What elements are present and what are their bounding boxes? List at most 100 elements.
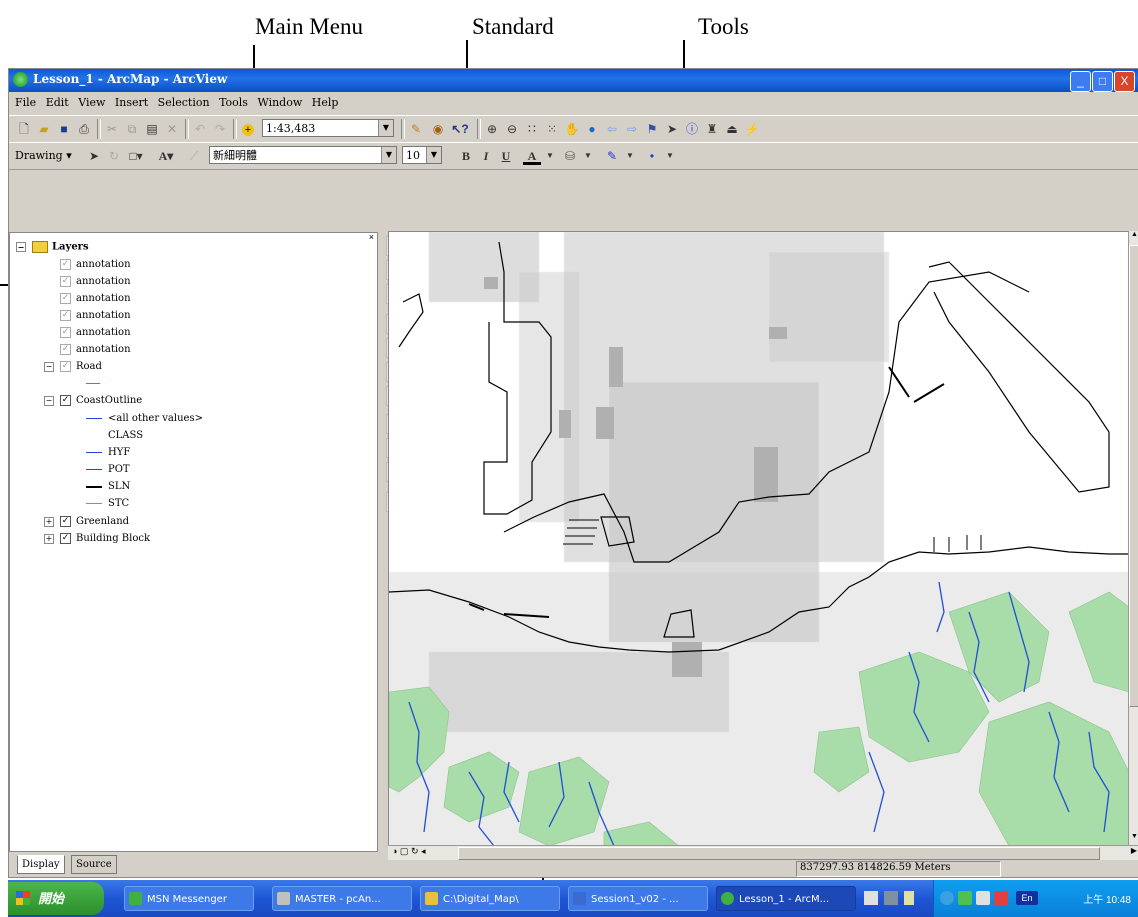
font-size-combo[interactable]: 10 ▼ [402,146,442,164]
taskbar-item-master[interactable]: MASTER - pcAn... [272,886,412,911]
save-icon[interactable]: ■ [55,120,73,138]
layer-checkbox[interactable]: ✓ [60,533,71,544]
security-icon[interactable] [958,891,972,905]
title-bar[interactable]: Lesson_1 - ArcMap - ArcView _ □ X [9,69,1138,92]
map-horizontal-scrollbar[interactable]: ◑ ▢ ↻ ◂ ▶ [388,845,1138,860]
menu-selection[interactable]: Selection [158,94,210,111]
menu-file[interactable]: File [15,94,36,111]
whats-this-help-icon[interactable]: ↖? [451,120,469,138]
select-features-icon[interactable]: ⚑ [643,120,661,138]
ime-icon[interactable] [994,891,1008,905]
toc-layer-annotation[interactable]: ✓ annotation [60,310,131,321]
chevron-down-icon[interactable]: ▼ [426,147,441,163]
language-indicator[interactable]: En [1016,891,1038,905]
font-name-combo[interactable]: 新細明體 ▼ [209,146,397,164]
measure-icon[interactable]: ⏏ [723,120,741,138]
network-icon[interactable] [940,891,954,905]
zoom-in-icon[interactable]: ⊕ [483,120,501,138]
layer-checkbox[interactable]: ✓ [60,310,71,321]
collapse-icon[interactable]: − [44,395,54,406]
cut-icon[interactable]: ✂ [103,120,121,138]
toc-layer-greenland[interactable]: + ✓ Greenland [44,516,129,527]
toc-layer-annotation[interactable]: ✓ annotation [60,327,131,338]
scroll-thumb[interactable] [458,847,1100,860]
menu-edit[interactable]: Edit [46,94,69,111]
edit-vertices-icon[interactable]: ⟋ [185,147,203,165]
menu-help[interactable]: Help [312,94,339,111]
layer-checkbox[interactable]: ✓ [60,395,71,406]
scroll-up-icon[interactable]: ▲ [1129,231,1138,243]
layer-checkbox[interactable]: ✓ [60,276,71,287]
toc-close-icon[interactable]: × [369,232,374,242]
map-display[interactable] [388,231,1130,847]
hyperlink-icon[interactable]: ⚡ [743,120,761,138]
font-color-button[interactable]: A [523,147,541,165]
maximize-button[interactable]: □ [1092,71,1113,92]
layer-checkbox[interactable]: ✓ [60,327,71,338]
close-button[interactable]: X [1114,71,1135,92]
expand-icon[interactable]: + [44,516,54,527]
fixed-zoom-in-icon[interactable]: ∷ [523,120,541,138]
copy-icon[interactable]: ⧉ [123,120,141,138]
print-icon[interactable]: ⎙ [75,120,93,138]
scroll-thumb[interactable] [1129,245,1138,707]
select-elements-arrow-icon[interactable]: ➤ [663,120,681,138]
line-color-icon[interactable]: ✎ [603,147,621,165]
toc-layer-road[interactable]: − ✓ Road [44,361,102,372]
rotate-icon[interactable]: ↻ [105,147,123,165]
taskbar-item-arcmap[interactable]: Lesson_1 - ArcM... [716,886,856,911]
arccatalog-icon[interactable]: ◉ [429,120,447,138]
layer-checkbox[interactable]: ✓ [60,344,71,355]
menu-insert[interactable]: Insert [115,94,148,111]
volume-icon[interactable] [976,891,990,905]
line-color-dropdown-icon[interactable]: ▼ [621,147,639,165]
drawing-menu[interactable]: Drawing ▾ [15,149,72,162]
identify-icon[interactable]: ⓘ [683,120,701,138]
rectangle-icon[interactable]: □▾ [127,147,145,165]
taskbar-item-session[interactable]: Session1_v02 - ... [568,886,708,911]
open-folder-icon[interactable]: ▰ [35,120,53,138]
new-text-icon[interactable]: A▾ [157,147,175,165]
underline-button[interactable]: U [497,147,515,165]
paste-icon[interactable]: ▤ [143,120,161,138]
select-elements-icon[interactable]: ➤ [85,147,103,165]
scroll-right-icon[interactable]: ▶ [1131,846,1137,855]
delete-icon[interactable]: ✕ [163,120,181,138]
menu-window[interactable]: Window [257,94,302,111]
italic-button[interactable]: I [477,147,495,165]
toc-root-layers[interactable]: − Layers [16,241,89,253]
collapse-icon[interactable]: − [44,361,54,372]
quicklaunch-icon[interactable] [864,891,878,905]
add-data-icon[interactable]: + [239,120,257,138]
forward-extent-icon[interactable]: ⇨ [623,120,641,138]
font-color-dropdown-icon[interactable]: ▼ [541,147,559,165]
find-binoculars-icon[interactable]: ♜ [703,120,721,138]
taskbar-item-msn[interactable]: MSN Messenger [124,886,254,911]
redo-icon[interactable]: ↷ [211,120,229,138]
toc-layer-coastoutline[interactable]: − ✓ CoastOutline [44,395,142,406]
menu-tools[interactable]: Tools [219,94,248,111]
back-extent-icon[interactable]: ⇦ [603,120,621,138]
map-vertical-scrollbar[interactable]: ▲ ▼ [1128,231,1138,845]
layer-checkbox[interactable]: ✓ [60,361,71,372]
fixed-zoom-out-icon[interactable]: ⁙ [543,120,561,138]
minimize-button[interactable]: _ [1070,71,1091,92]
toc-layer-annotation[interactable]: ✓ annotation [60,276,131,287]
new-document-icon[interactable]: 🗋 [15,120,33,138]
fill-color-icon[interactable]: ⛁ [561,147,579,165]
layer-checkbox[interactable]: ✓ [60,516,71,527]
start-button[interactable]: 開始 [8,882,104,915]
chevron-down-icon[interactable]: ▼ [378,120,393,136]
quicklaunch-icon[interactable] [904,891,914,905]
expand-icon[interactable]: + [44,533,54,544]
map-scale-combo[interactable]: 1:43,483 ▼ [262,119,394,137]
menu-view[interactable]: View [78,94,105,111]
zoom-out-icon[interactable]: ⊖ [503,120,521,138]
pan-hand-icon[interactable]: ✋ [563,120,581,138]
toc-layer-building-block[interactable]: + ✓ Building Block [44,533,150,544]
marker-color-icon[interactable]: • [643,147,661,165]
full-extent-globe-icon[interactable]: ● [583,120,601,138]
editor-toolbar-icon[interactable]: ✎ [407,120,425,138]
quicklaunch-icon[interactable] [884,891,898,905]
undo-icon[interactable]: ↶ [191,120,209,138]
